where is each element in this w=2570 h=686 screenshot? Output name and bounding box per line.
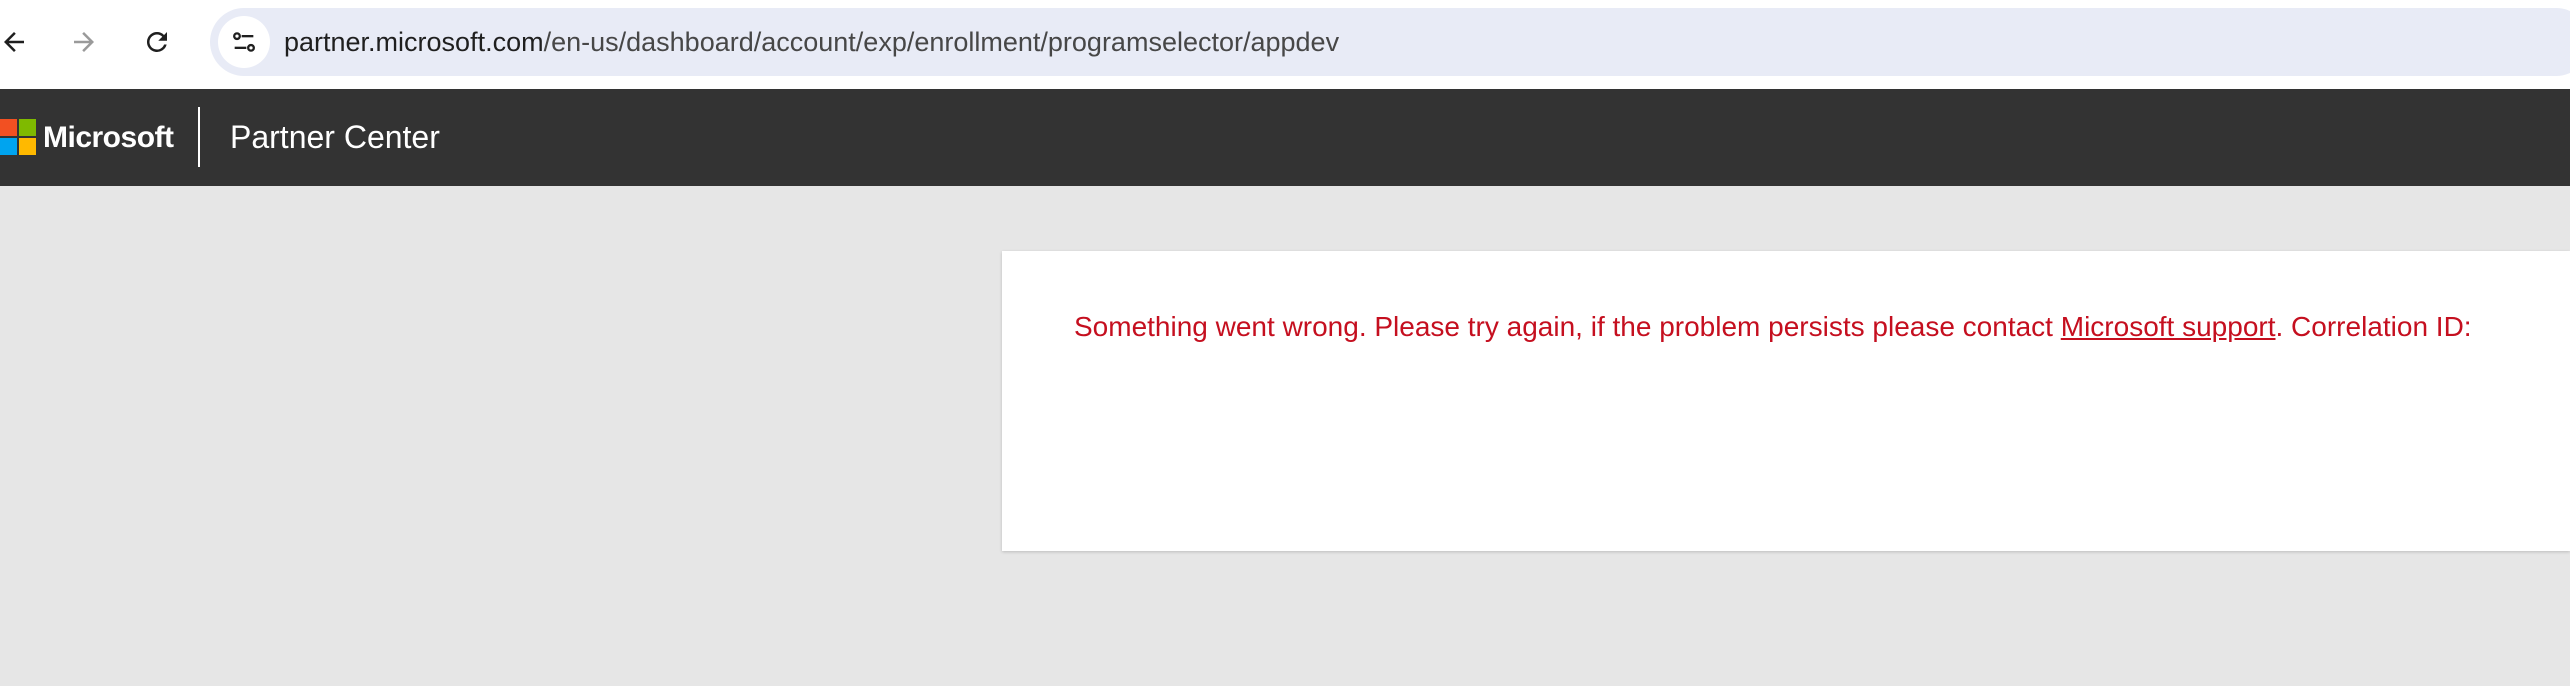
reload-button[interactable] (133, 18, 181, 66)
reload-icon (146, 31, 167, 52)
browser-toolbar: partner.microsoft.com/en-us/dashboard/ac… (0, 0, 2570, 89)
error-text-prefix: Something went wrong. Please try again, … (1074, 311, 2061, 342)
address-bar[interactable]: partner.microsoft.com/en-us/dashboard/ac… (210, 8, 2570, 76)
error-text-suffix: . Correlation ID: (2275, 311, 2472, 342)
back-button[interactable] (0, 18, 38, 66)
app-title[interactable]: Partner Center (230, 89, 440, 186)
microsoft-logo-icon[interactable] (0, 119, 36, 155)
forward-button[interactable] (60, 18, 108, 66)
logo-square-blue (0, 138, 17, 155)
tune-icon (233, 32, 255, 52)
arrow-right-icon (74, 32, 94, 52)
error-message: Something went wrong. Please try again, … (1074, 309, 2472, 345)
arrow-left-icon (4, 32, 24, 52)
url-text[interactable]: partner.microsoft.com/en-us/dashboard/ac… (284, 8, 1339, 76)
url-path: /en-us/dashboard/account/exp/enrollment/… (543, 27, 1340, 57)
url-domain: partner.microsoft.com (284, 27, 544, 57)
logo-square-yellow (19, 138, 36, 155)
site-info-button[interactable] (218, 16, 270, 68)
microsoft-support-link[interactable]: Microsoft support (2061, 311, 2276, 342)
logo-square-red (0, 119, 17, 136)
main-content: Something went wrong. Please try again, … (0, 186, 2570, 686)
logo-square-green (19, 119, 36, 136)
error-card: Something went wrong. Please try again, … (1002, 251, 2570, 551)
app-header: Microsoft Partner Center (0, 89, 2570, 186)
microsoft-brand-link[interactable]: Microsoft (43, 89, 174, 186)
header-divider (198, 107, 200, 167)
